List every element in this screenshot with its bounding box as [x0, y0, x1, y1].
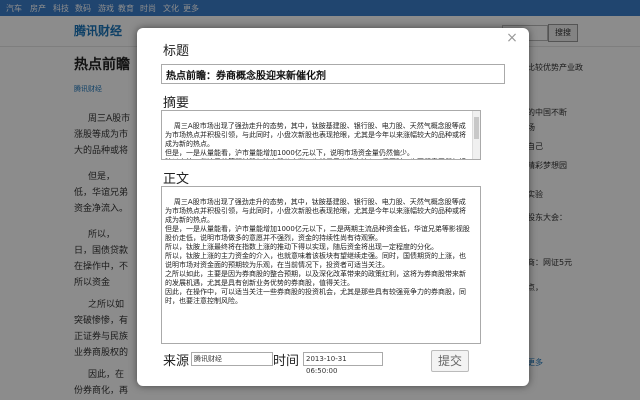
summary-text: 周三A股市场出现了强劲走升的态势，其中，钛胺基建股、银行股、电力股、天然气概念股… — [165, 122, 466, 159]
body-label: 正文 — [163, 172, 190, 187]
body-text: 周三A股市场出现了强劲走升的态势，其中，钛胺基建股、银行股、电力股、天然气概念股… — [165, 198, 470, 305]
summary-textarea[interactable]: 周三A股市场出现了强劲走升的态势，其中，钛胺基建股、银行股、电力股、天然气概念股… — [161, 110, 481, 160]
close-icon[interactable]: × — [505, 31, 519, 45]
scrollbar-thumb[interactable] — [474, 117, 479, 139]
body-textarea[interactable]: 周三A股市场出现了强劲走升的态势，其中，钛胺基建股、银行股、电力股、天然气概念股… — [161, 186, 481, 344]
time-input[interactable]: 2013-10-31 06:50:00 — [303, 352, 383, 375]
summary-scrollbar[interactable] — [472, 111, 480, 159]
source-label: 来源 — [163, 354, 190, 369]
source-input[interactable]: 腾讯财经 — [191, 352, 273, 366]
time-label: 时间 — [273, 354, 300, 369]
title-label: 标题 — [163, 44, 190, 59]
summary-label: 摘要 — [163, 96, 190, 111]
title-input[interactable] — [161, 64, 505, 84]
submit-button[interactable]: 提交 — [431, 350, 469, 372]
edit-article-dialog: × 标题 摘要 周三A股市场出现了强劲走升的态势，其中，钛胺基建股、银行股、电力… — [137, 28, 529, 386]
